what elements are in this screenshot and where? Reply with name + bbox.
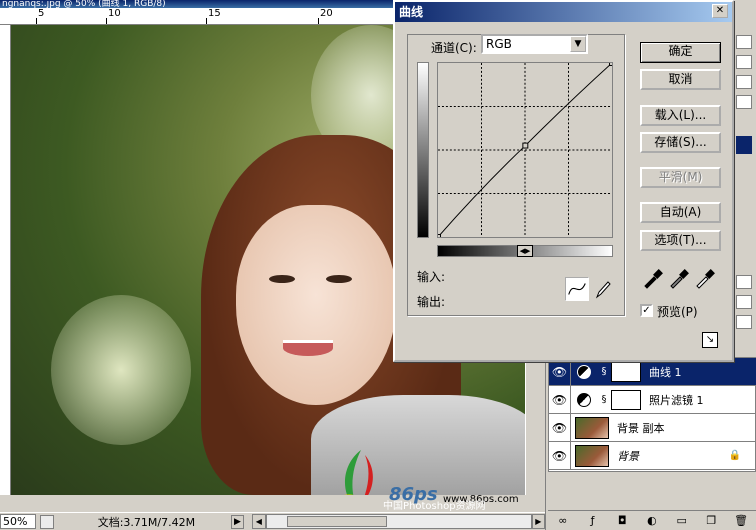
smooth-button[interactable]: 平滑(M)	[640, 167, 721, 188]
ruler-label: 20	[320, 8, 333, 19]
ruler-label: 5	[38, 8, 45, 19]
adjustment-layer-icon	[577, 364, 591, 379]
watermark-caption: 中国Photoshop资源网	[383, 501, 486, 512]
link-layers-icon[interactable]: ∞	[556, 514, 570, 528]
curves-dialog: 曲线 ✕ 通道(C): RGB ▼ ◀▶ 输入: 输出: 确定 取消 载入(L)…	[393, 0, 734, 362]
auto-button[interactable]: 自动(A)	[640, 202, 721, 223]
document-title: ngnanqs:.jpg @ 50% (曲线 1, RGB/8)	[0, 0, 395, 8]
portrait-face	[236, 205, 396, 405]
layer-name: 背景	[617, 449, 639, 463]
link-icon: §	[601, 394, 607, 405]
layer-mask-thumbnail[interactable]	[611, 389, 641, 410]
delete-layer-icon[interactable]: 🗑	[734, 514, 748, 528]
layer-name: 背景 副本	[617, 421, 665, 435]
pencil-icon[interactable]	[593, 277, 613, 301]
horizontal-ruler: 5 10 15 20	[0, 8, 395, 25]
adjustment-layer-icon	[577, 392, 591, 407]
status-arrow-icon[interactable]: ▶	[230, 514, 245, 529]
document-info: 文档:3.71M/7.42M	[97, 515, 196, 529]
zoom-field[interactable]: 50%	[0, 514, 37, 529]
black-eyedropper-icon[interactable]	[642, 267, 664, 289]
document-status-bar: 50% 文档:3.71M/7.42M ▶ ◀ ▶	[0, 512, 546, 530]
layer-row[interactable]: 👁 § 照片滤镜 1	[549, 385, 756, 414]
gradient-toggle-icon[interactable]: ◀▶	[517, 245, 533, 257]
new-layer-icon[interactable]: ❐	[704, 514, 718, 528]
layer-thumbnail[interactable]	[575, 416, 609, 439]
layer-mask-thumbnail[interactable]	[611, 361, 641, 382]
load-button[interactable]: 载入(L)...	[640, 105, 721, 126]
layer-name: 曲线 1	[649, 365, 682, 379]
gray-eyedropper-icon[interactable]	[668, 267, 690, 289]
cancel-button[interactable]: 取消	[640, 69, 721, 90]
ruler-label: 15	[208, 8, 221, 19]
curve-graph[interactable]	[437, 62, 613, 238]
layer-row[interactable]: 👁 背景 副本	[549, 413, 756, 442]
layer-name: 照片滤镜 1	[649, 393, 704, 407]
curve-control-point[interactable]	[609, 62, 613, 66]
ruler-label: 10	[108, 8, 121, 19]
dialog-titlebar[interactable]: 曲线 ✕	[395, 2, 732, 22]
channel-label: 通道(C):	[431, 41, 477, 55]
link-icon: §	[601, 366, 607, 377]
input-label: 输入:	[417, 270, 446, 284]
scroll-left-icon[interactable]: ◀	[252, 514, 266, 529]
adjustment-icon[interactable]: ◐	[645, 514, 659, 528]
vertical-ruler	[0, 25, 11, 495]
save-button[interactable]: 存储(S)...	[640, 132, 721, 153]
lock-icon: 🔒	[728, 450, 741, 461]
preview-checkbox[interactable]: ✓	[640, 304, 653, 317]
ok-button[interactable]: 确定	[640, 42, 721, 63]
scroll-thumb[interactable]	[286, 516, 387, 527]
layer-thumbnail[interactable]	[575, 444, 609, 467]
channel-value: RGB	[486, 37, 512, 51]
white-eyedropper-icon[interactable]	[694, 267, 716, 289]
output-gradient-bar	[417, 62, 429, 238]
add-mask-icon[interactable]: ◘	[615, 514, 629, 528]
curve-control-point[interactable]	[437, 234, 441, 238]
curve-control-point[interactable]	[522, 142, 529, 149]
eye-icon[interactable]: 👁	[549, 413, 571, 442]
status-menu-icon[interactable]	[40, 514, 54, 529]
scroll-right-icon[interactable]: ▶	[531, 514, 546, 529]
channel-select[interactable]: RGB ▼	[481, 34, 588, 54]
eye-icon[interactable]: 👁	[549, 441, 571, 470]
chevron-down-icon[interactable]: ▼	[570, 36, 586, 52]
layer-style-icon[interactable]: ƒ	[586, 514, 600, 528]
eye-icon[interactable]: 👁	[549, 385, 571, 414]
preview-label: 预览(P)	[657, 305, 698, 319]
layers-list: 👁 § 曲线 1 👁 § 照片滤镜 1 👁 背景 副本 👁 背景 🔒	[548, 357, 756, 472]
curve-mode-icon[interactable]	[565, 277, 589, 301]
output-label: 输出:	[417, 295, 446, 309]
dialog-title: 曲线	[399, 5, 424, 19]
layers-toolbar: ∞ ƒ ◘ ◐ ▭ ❐ 🗑	[548, 510, 756, 530]
expand-icon[interactable]: ↘	[702, 332, 718, 348]
close-icon[interactable]: ✕	[712, 4, 728, 18]
horizontal-scrollbar[interactable]	[265, 514, 532, 529]
layer-row[interactable]: 👁 背景 🔒	[549, 441, 756, 470]
options-button[interactable]: 选项(T)...	[640, 230, 721, 251]
layer-row[interactable]: 👁 § 曲线 1	[549, 357, 756, 386]
group-icon[interactable]: ▭	[675, 514, 689, 528]
